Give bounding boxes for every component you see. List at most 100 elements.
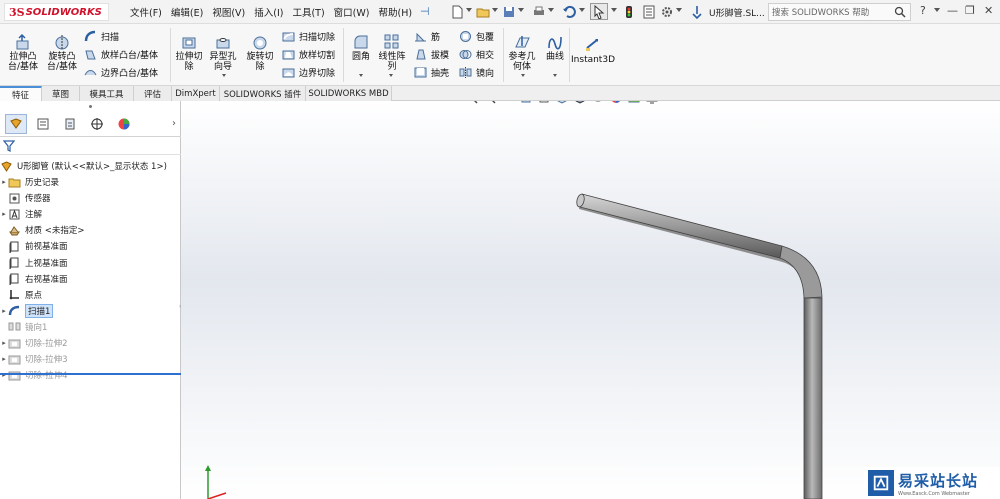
tab-solidworks-addins[interactable]: SOLIDWORKS 插件 bbox=[220, 86, 306, 101]
wrap-button[interactable]: 包覆 bbox=[459, 30, 494, 43]
restore-icon[interactable]: ❐ bbox=[965, 4, 975, 17]
viewport-close-icon[interactable]: ✕ bbox=[956, 101, 972, 102]
view-settings-icon[interactable] bbox=[646, 101, 660, 104]
tree-item[interactable]: ▸ 切除-拉伸4 bbox=[0, 367, 181, 383]
tab-solidworks-mbd[interactable]: SOLIDWORKS MBD bbox=[306, 86, 392, 101]
print-icon[interactable] bbox=[530, 3, 548, 20]
viewport-restore-icon[interactable]: ❐ bbox=[940, 101, 956, 102]
tree-root[interactable]: U形脚管 (默认<<默认>_显示状态 1>) bbox=[0, 158, 181, 174]
viewport-split-icon[interactable]: ⊟ bbox=[924, 101, 940, 102]
display-style-icon[interactable] bbox=[574, 101, 588, 104]
pin-icon[interactable]: ⊣ bbox=[420, 5, 430, 18]
chevron-right-icon[interactable]: › bbox=[172, 118, 176, 129]
displaymanager-tab-icon[interactable] bbox=[113, 114, 135, 134]
expand-arrow-icon[interactable]: ▸ bbox=[0, 355, 8, 363]
tree-item[interactable]: ▸ 注解 bbox=[0, 206, 181, 222]
fillet-button[interactable]: 圆角 bbox=[349, 33, 373, 62]
featuremanager-tab-icon[interactable] bbox=[5, 113, 27, 134]
boundary-boss-button[interactable]: 边界凸台/基体 bbox=[84, 66, 158, 79]
intersect-button[interactable]: 相交 bbox=[459, 48, 494, 61]
undo-icon[interactable] bbox=[560, 3, 578, 20]
tree-item[interactable]: 前视基准面 bbox=[0, 238, 181, 254]
revolve-cut-button[interactable]: 旋转切除 bbox=[244, 33, 276, 72]
help-icon[interactable]: ? bbox=[920, 4, 926, 17]
apply-scene-icon[interactable] bbox=[628, 101, 642, 104]
expand-arrow-icon[interactable]: ▸ bbox=[0, 210, 8, 218]
search-input[interactable]: 搜索 SOLIDWORKS 帮助 bbox=[768, 3, 911, 21]
reference-geometry-button[interactable]: 参考几何体 bbox=[508, 33, 536, 72]
propertymanager-tab-icon[interactable] bbox=[32, 114, 54, 134]
options-gear-icon[interactable] bbox=[658, 3, 676, 20]
panel-grip[interactable] bbox=[0, 101, 180, 111]
menu-view[interactable]: 视图(V) bbox=[212, 5, 245, 19]
open-file-icon[interactable] bbox=[474, 3, 492, 20]
close-icon[interactable]: ✕ bbox=[984, 4, 993, 17]
tab-mold-tools[interactable]: 模具工具 bbox=[80, 86, 134, 101]
select-arrow-icon[interactable] bbox=[590, 3, 608, 20]
expand-arrow-icon[interactable]: ▸ bbox=[0, 178, 8, 186]
loft-boss-button[interactable]: 放样凸台/基体 bbox=[84, 48, 158, 61]
zoom-to-fit-icon[interactable] bbox=[466, 101, 480, 104]
extrude-boss-button[interactable]: 拉伸凸台/基体 bbox=[6, 33, 40, 72]
tree-filter[interactable] bbox=[0, 138, 181, 155]
tab-evaluate[interactable]: 评估 bbox=[134, 86, 172, 101]
tree-item[interactable]: 右视基准面 bbox=[0, 271, 181, 287]
tree-item[interactable]: ▸ 历史记录 bbox=[0, 174, 181, 190]
linear-pattern-icon bbox=[384, 34, 399, 49]
traffic-light-icon[interactable] bbox=[620, 3, 638, 20]
sweep-button[interactable]: 扫描 bbox=[84, 30, 119, 43]
dynamic-annotation-icon[interactable] bbox=[538, 101, 552, 104]
menu-window[interactable]: 窗口(W) bbox=[334, 5, 370, 19]
viewport-expand-icon[interactable]: ⊡ bbox=[908, 101, 924, 102]
menu-tools[interactable]: 工具(T) bbox=[292, 5, 324, 19]
new-file-icon[interactable] bbox=[448, 3, 466, 20]
extrude-cut-button[interactable]: 拉伸切除 bbox=[174, 33, 204, 72]
revolve-boss-button[interactable]: 旋转凸台/基体 bbox=[44, 33, 80, 72]
expand-arrow-icon[interactable]: ▸ bbox=[0, 307, 8, 315]
rollback-bar[interactable] bbox=[0, 373, 181, 375]
solidworks-logo[interactable]: 3S SOLIDWORKS bbox=[4, 3, 109, 21]
previous-view-icon[interactable] bbox=[502, 101, 516, 104]
tab-sketch[interactable]: 草图 bbox=[42, 86, 80, 101]
mirror-button[interactable]: 镜向 bbox=[459, 66, 494, 79]
tree-item[interactable]: 原点 bbox=[0, 287, 181, 303]
curves-button[interactable]: 曲线 bbox=[542, 33, 568, 62]
tree-item[interactable]: 镜向1 bbox=[0, 319, 181, 335]
menu-help[interactable]: 帮助(H) bbox=[378, 5, 412, 19]
hide-show-items-icon[interactable] bbox=[592, 101, 606, 104]
tree-item[interactable]: ▸ 切除-拉伸2 bbox=[0, 335, 181, 351]
section-view-icon[interactable] bbox=[520, 101, 534, 104]
file-properties-icon[interactable] bbox=[640, 3, 658, 20]
dimxpertmanager-tab-icon[interactable] bbox=[86, 114, 108, 134]
instant3d-button[interactable]: Instant3D bbox=[571, 36, 615, 65]
menu-edit[interactable]: 编辑(E) bbox=[171, 5, 203, 19]
save-icon[interactable] bbox=[500, 3, 518, 20]
tab-dimxpert[interactable]: DimXpert bbox=[172, 86, 220, 101]
expand-arrow-icon[interactable]: ▸ bbox=[0, 339, 8, 347]
reference-geometry-label: 参考几何体 bbox=[508, 52, 536, 72]
filter-icon[interactable] bbox=[3, 140, 15, 152]
tree-item[interactable]: ▸ 切除-拉伸3 bbox=[0, 351, 181, 367]
rib-button[interactable]: 筋 bbox=[414, 30, 440, 43]
hole-wizard-button[interactable]: 异型孔向导 bbox=[206, 33, 240, 72]
boundary-cut-button[interactable]: 边界切除 bbox=[282, 66, 335, 79]
draft-button[interactable]: 拔模 bbox=[414, 48, 449, 61]
minimize-icon[interactable]: — bbox=[947, 4, 958, 17]
tab-features[interactable]: 特征 bbox=[0, 86, 42, 101]
linear-pattern-button[interactable]: 线性阵列 bbox=[376, 33, 408, 72]
tree-item[interactable]: 上视基准面 bbox=[0, 255, 181, 271]
tree-item[interactable]: ▸ 扫描1 bbox=[0, 303, 181, 319]
search-icon[interactable] bbox=[894, 6, 906, 18]
shell-button[interactable]: 抽壳 bbox=[414, 66, 449, 79]
configurationmanager-tab-icon[interactable] bbox=[59, 114, 81, 134]
tree-item[interactable]: 传感器 bbox=[0, 190, 181, 206]
tree-item[interactable]: 材质 <未指定> bbox=[0, 222, 181, 238]
menu-file[interactable]: 文件(F) bbox=[130, 5, 162, 19]
graphics-area[interactable]: ⊡ ⊟ ❐ ✕ 易采站长站 Www.Easck.Com Webmaster bbox=[181, 101, 1000, 499]
loft-cut-button[interactable]: 放样切割 bbox=[282, 48, 335, 61]
view-orientation-icon[interactable] bbox=[556, 101, 570, 104]
edit-appearance-icon[interactable] bbox=[610, 101, 624, 104]
sweep-cut-button[interactable]: 扫描切除 bbox=[282, 30, 335, 43]
zoom-to-area-icon[interactable] bbox=[484, 101, 498, 104]
menu-insert[interactable]: 插入(I) bbox=[254, 5, 283, 19]
